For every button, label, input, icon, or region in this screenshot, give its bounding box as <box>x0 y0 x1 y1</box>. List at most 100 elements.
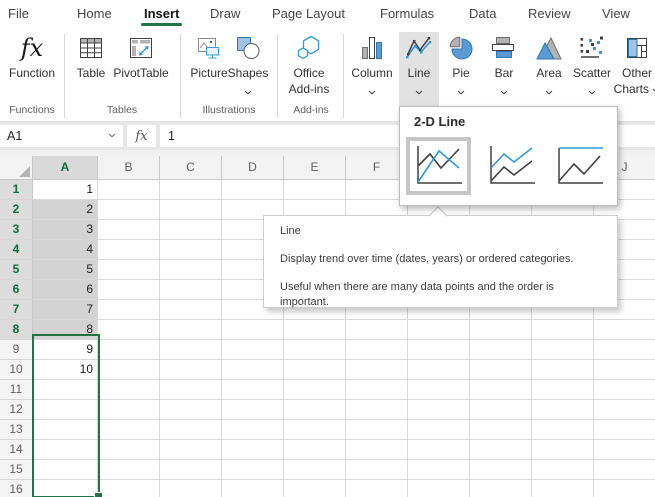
cell-C3[interactable] <box>160 220 222 240</box>
cell-B8[interactable] <box>98 320 160 340</box>
cell-E15[interactable] <box>284 460 346 480</box>
cell-J16[interactable] <box>594 480 655 497</box>
cell-F13[interactable] <box>346 420 408 440</box>
cell-B6[interactable] <box>98 280 160 300</box>
cell-G10[interactable] <box>408 360 470 380</box>
cell-F9[interactable] <box>346 340 408 360</box>
option-stacked-line[interactable] <box>484 144 539 190</box>
cell-H16[interactable] <box>470 480 532 497</box>
row-header-9[interactable]: 9 <box>0 340 33 360</box>
tab-home[interactable]: Home <box>77 0 112 27</box>
cell-B7[interactable] <box>98 300 160 320</box>
row-header-8[interactable]: 8 <box>0 320 33 340</box>
cell-A10[interactable]: 10 <box>33 360 98 380</box>
option-line[interactable] <box>406 137 471 195</box>
cell-B12[interactable] <box>98 400 160 420</box>
cell-G9[interactable] <box>408 340 470 360</box>
cell-E10[interactable] <box>284 360 346 380</box>
scatter-chart-button[interactable]: Scatter <box>567 32 617 88</box>
column-header-D[interactable]: D <box>222 156 284 180</box>
cell-I10[interactable] <box>532 360 594 380</box>
cell-B3[interactable] <box>98 220 160 240</box>
cell-F11[interactable] <box>346 380 408 400</box>
cell-B5[interactable] <box>98 260 160 280</box>
bar-chart-button[interactable]: Bar <box>484 32 524 88</box>
cell-B10[interactable] <box>98 360 160 380</box>
cell-C1[interactable] <box>160 180 222 200</box>
cell-E8[interactable] <box>284 320 346 340</box>
cell-J14[interactable] <box>594 440 655 460</box>
cell-I15[interactable] <box>532 460 594 480</box>
cell-G16[interactable] <box>408 480 470 497</box>
office-add-ins-button[interactable]: Office Add-ins <box>282 32 336 96</box>
cell-I16[interactable] <box>532 480 594 497</box>
cell-B14[interactable] <box>98 440 160 460</box>
cell-G14[interactable] <box>408 440 470 460</box>
cell-C13[interactable] <box>160 420 222 440</box>
cell-F10[interactable] <box>346 360 408 380</box>
cell-C15[interactable] <box>160 460 222 480</box>
cell-J8[interactable] <box>594 320 655 340</box>
shapes-button[interactable]: Shapes <box>222 32 274 88</box>
cell-C9[interactable] <box>160 340 222 360</box>
cell-J12[interactable] <box>594 400 655 420</box>
cell-E13[interactable] <box>284 420 346 440</box>
insert-function-button[interactable]: fx <box>127 125 156 147</box>
cell-F12[interactable] <box>346 400 408 420</box>
line-chart-button[interactable]: Line <box>399 32 439 106</box>
tab-formulas[interactable]: Formulas <box>380 0 434 27</box>
cell-D10[interactable] <box>222 360 284 380</box>
cell-A16[interactable] <box>33 480 98 497</box>
cell-H14[interactable] <box>470 440 532 460</box>
cell-H11[interactable] <box>470 380 532 400</box>
cell-A7[interactable]: 7 <box>33 300 98 320</box>
cell-C14[interactable] <box>160 440 222 460</box>
cell-D8[interactable] <box>222 320 284 340</box>
cell-C8[interactable] <box>160 320 222 340</box>
cell-D9[interactable] <box>222 340 284 360</box>
cell-E1[interactable] <box>284 180 346 200</box>
cell-B2[interactable] <box>98 200 160 220</box>
cell-A4[interactable]: 4 <box>33 240 98 260</box>
cell-E12[interactable] <box>284 400 346 420</box>
cell-A11[interactable] <box>33 380 98 400</box>
cell-A15[interactable] <box>33 460 98 480</box>
cell-I12[interactable] <box>532 400 594 420</box>
tab-page-layout[interactable]: Page Layout <box>272 0 345 27</box>
cell-A1[interactable]: 1 <box>33 180 98 200</box>
cell-C11[interactable] <box>160 380 222 400</box>
cell-G11[interactable] <box>408 380 470 400</box>
cell-F8[interactable] <box>346 320 408 340</box>
cell-E16[interactable] <box>284 480 346 497</box>
tab-insert[interactable]: Insert <box>144 0 179 27</box>
cell-G13[interactable] <box>408 420 470 440</box>
cell-A9[interactable]: 9 <box>33 340 98 360</box>
row-header-12[interactable]: 12 <box>0 400 33 420</box>
cell-F16[interactable] <box>346 480 408 497</box>
row-header-2[interactable]: 2 <box>0 200 33 220</box>
row-header-14[interactable]: 14 <box>0 440 33 460</box>
column-chart-button[interactable]: Column <box>346 32 398 88</box>
cell-A8[interactable]: 8 <box>33 320 98 340</box>
cell-C12[interactable] <box>160 400 222 420</box>
cell-C7[interactable] <box>160 300 222 320</box>
cell-F14[interactable] <box>346 440 408 460</box>
row-header-7[interactable]: 7 <box>0 300 33 320</box>
cell-E9[interactable] <box>284 340 346 360</box>
row-header-16[interactable]: 16 <box>0 480 33 497</box>
row-header-13[interactable]: 13 <box>0 420 33 440</box>
row-header-6[interactable]: 6 <box>0 280 33 300</box>
pie-chart-button[interactable]: Pie <box>441 32 481 88</box>
cell-B16[interactable] <box>98 480 160 497</box>
cell-G8[interactable] <box>408 320 470 340</box>
cell-G15[interactable] <box>408 460 470 480</box>
cell-J9[interactable] <box>594 340 655 360</box>
cell-E11[interactable] <box>284 380 346 400</box>
cell-J11[interactable] <box>594 380 655 400</box>
tab-view[interactable]: View <box>602 0 630 27</box>
cell-C10[interactable] <box>160 360 222 380</box>
cell-C5[interactable] <box>160 260 222 280</box>
cell-A2[interactable]: 2 <box>33 200 98 220</box>
cell-D14[interactable] <box>222 440 284 460</box>
cell-J13[interactable] <box>594 420 655 440</box>
